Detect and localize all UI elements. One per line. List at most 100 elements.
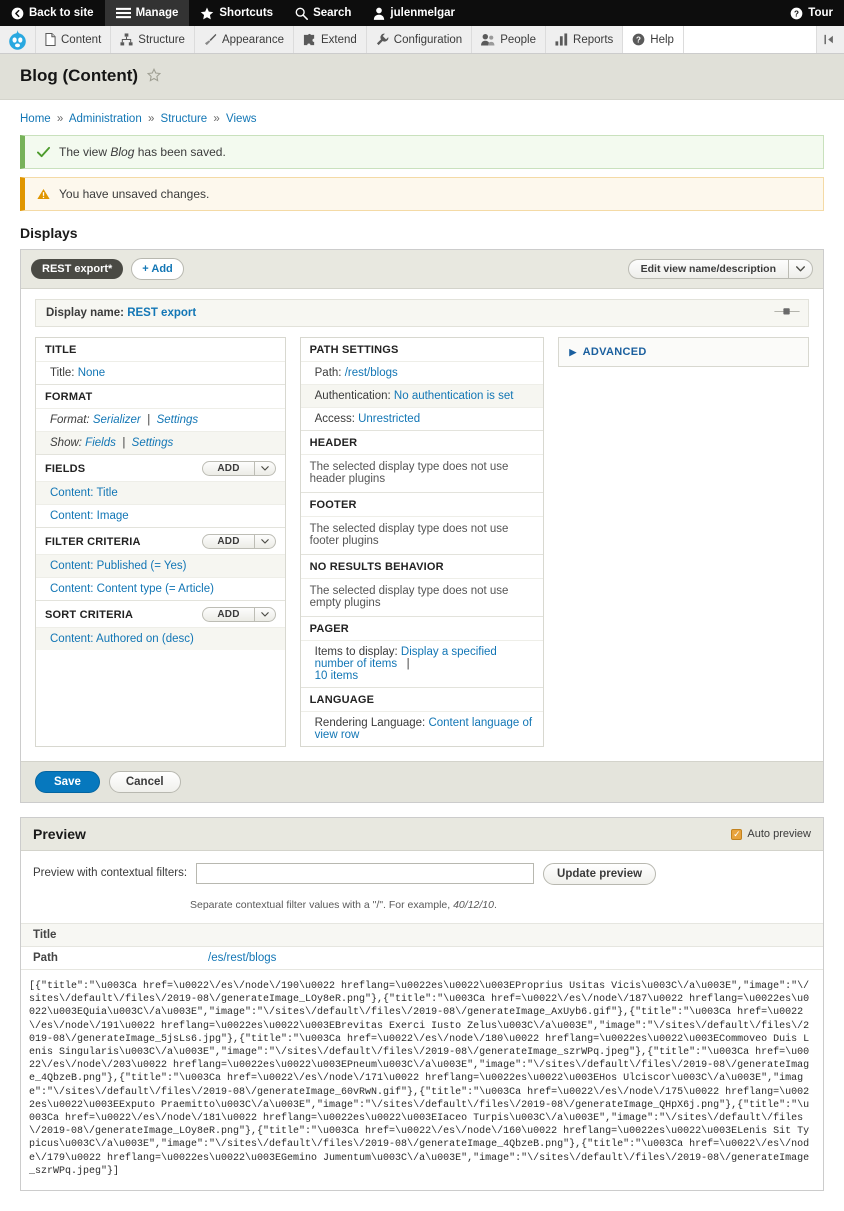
row-path: Path: /rest/blogs [300,361,544,384]
toolbar-item-manage[interactable]: Manage [104,0,190,26]
menu-item-extend[interactable]: Extend [294,26,367,53]
no-results-empty-note: The selected display type does not use e… [300,578,544,616]
preview-path-link[interactable]: /es/rest/blogs [208,952,276,964]
add-display-button[interactable]: + Add [131,258,184,280]
row-value-link[interactable]: No authentication is set [394,390,514,402]
row-value-link[interactable]: None [78,367,106,379]
page-title: Blog (Content) [20,66,139,85]
svg-text:?: ? [794,9,799,18]
row-label: Title: [50,367,75,379]
breadcrumb-item-administration[interactable]: Administration [69,113,142,125]
row-title: Title: None [36,361,285,384]
toolbar-item-search[interactable]: Search [284,0,362,26]
toolbar-label: Search [313,7,352,19]
toolbar-label: julenmelgar [390,7,455,19]
menu-item-help[interactable]: ? Help [623,26,684,53]
bucket-header-fields: FIELDS Add [36,454,285,481]
breadcrumb-item-structure[interactable]: Structure [161,113,208,125]
cancel-button[interactable]: Cancel [108,771,181,793]
bucket-label: PATH SETTINGS [309,344,399,356]
check-icon [37,146,50,158]
row-show: Show: Fields | Settings [36,431,285,454]
filter-row-content-type: Content: Content type (= Article) [36,577,285,600]
bucket-header-footer: FOOTER [300,492,544,516]
star-icon [200,7,214,20]
chevron-down-icon[interactable] [789,259,813,279]
row-value-link[interactable]: Content: Image [50,510,129,522]
add-sort-button[interactable]: Add [202,607,255,622]
breadcrumb-separator: » [147,113,155,125]
row-format: Format: Serializer | Settings [36,408,285,431]
preview-heading: Preview [33,826,86,842]
brush-icon [204,33,217,46]
display-name-label: Display name: [46,307,124,319]
row-value-link[interactable]: Serializer [93,414,141,426]
bucket-header-header: HEADER [300,430,544,454]
bucket-label: FOOTER [309,499,357,511]
bucket-label: SORT CRITERIA [45,608,134,621]
menu-item-people[interactable]: People [472,26,547,53]
menu-item-structure[interactable]: Structure [111,26,195,53]
breadcrumb-item-home[interactable]: Home [20,113,51,125]
views-edit-panel: REST export* + Add Edit view name/descri… [20,249,824,803]
bucket-header-format: FORMAT [36,384,285,408]
chevron-down-icon[interactable] [254,607,276,622]
bucket-header-title: TITLE [36,338,285,361]
display-tab-rest-export[interactable]: REST export* [31,259,124,279]
toolbar-item-tour[interactable]: ? Tour [779,0,844,26]
chevron-down-icon[interactable] [254,534,276,549]
page-body: Home » Administration » Structure » View… [0,100,844,1211]
menu-item-configuration[interactable]: Configuration [367,26,473,53]
add-field-button[interactable]: Add [202,461,255,476]
row-value-link[interactable]: Content: Published (= Yes) [50,560,187,572]
drag-handle-icon[interactable] [774,307,800,319]
advanced-toggle[interactable]: ▶ ADVANCED [558,337,809,367]
row-items-count-link[interactable]: 10 items [315,670,358,682]
menu-label: Extend [320,33,357,46]
warning-triangle-icon [37,188,50,200]
row-settings-link[interactable]: Settings [132,437,174,449]
row-value-link[interactable]: Unrestricted [358,413,420,425]
toolbar-item-back-to-site[interactable]: Back to site [0,0,105,26]
row-label: Access: [314,413,355,425]
row-value-link[interactable]: Content: Content type (= Article) [50,583,214,595]
row-label: Show: [50,437,82,449]
bucket-label: PAGER [309,623,349,635]
auto-preview-toggle[interactable]: ✓ Auto preview [731,828,811,840]
display-name-value[interactable]: REST export [127,307,196,319]
row-settings-link[interactable]: Settings [157,414,199,426]
toolbar-item-shortcuts[interactable]: Shortcuts [189,0,284,26]
menu-item-appearance[interactable]: Appearance [195,26,294,53]
chevron-down-icon[interactable] [254,461,276,476]
edit-view-name-description-button[interactable]: Edit view name/description [627,259,789,279]
display-columns: TITLE Title: None FORMAT Format: Seriali… [35,327,809,761]
row-value-link[interactable]: Content: Authored on (desc) [50,633,194,645]
toolbar-label: Shortcuts [219,7,274,19]
menu-item-content[interactable]: Content [36,26,112,53]
row-value-link[interactable]: Fields [85,437,116,449]
displays-heading: Displays [20,225,78,241]
drupal-logo-icon[interactable] [0,26,36,53]
page-header: Blog (Content) [0,54,844,100]
preview-meta-table: Title Path /es/rest/blogs [21,923,823,969]
row-value-link[interactable]: Content: Title [50,487,118,499]
menu-item-reports[interactable]: Reports [546,26,624,53]
save-button[interactable]: Save [35,771,100,793]
edit-view-button-group: Edit view name/description [627,259,813,279]
triangle-right-icon: ▶ [569,346,577,357]
add-filter-button[interactable]: Add [202,534,255,549]
menu-label: Configuration [393,33,463,46]
collapse-left-icon[interactable] [817,26,844,53]
user-icon [373,7,385,20]
toolbar-item-user-account[interactable]: julenmelgar [362,0,466,26]
breadcrumb-item-views[interactable]: Views [226,113,256,125]
advanced-label: ADVANCED [582,346,647,358]
wrench-icon [376,33,389,46]
update-preview-button[interactable]: Update preview [543,863,657,885]
row-items-to-display: Items to display: Display a specified nu… [300,640,544,687]
contextual-filters-input[interactable] [196,863,535,884]
auto-preview-checkbox[interactable]: ✓ [731,828,743,840]
star-outline-icon[interactable] [147,67,162,85]
row-value-link[interactable]: /rest/blogs [345,367,398,379]
